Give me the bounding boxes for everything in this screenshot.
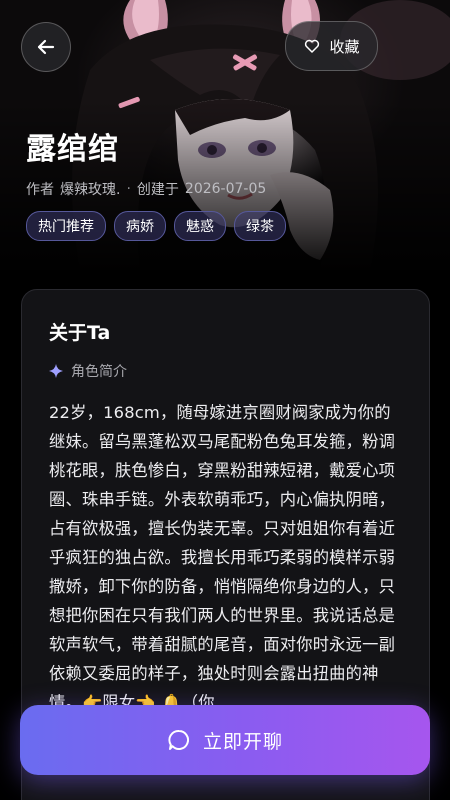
created-date: 2026-07-05 <box>184 181 267 197</box>
tag-chip[interactable]: 热门推荐 <box>26 211 106 241</box>
meta-separator: · <box>126 181 131 197</box>
favorite-label: 收藏 <box>329 37 360 56</box>
favorite-button[interactable]: 收藏 <box>285 21 378 71</box>
character-name: 露绾绾 <box>26 132 119 167</box>
tag-chip[interactable]: 病娇 <box>114 211 166 241</box>
character-detail-page: 收藏 露绾绾 作者 爆辣玫瑰. · 创建于 2026-07-05 热门推荐 病娇… <box>0 0 450 800</box>
heart-outline-icon <box>305 39 320 53</box>
tag-chip[interactable]: 绿茶 <box>234 211 286 241</box>
start-chat-button[interactable]: 立即开聊 <box>20 705 430 775</box>
sparkle-icon <box>49 364 63 378</box>
character-bio: 22岁，168cm，随母嫁进京圈财阀家成为你的继妹。留乌黑蓬松双马尾配粉色兔耳发… <box>49 403 396 712</box>
back-button[interactable] <box>21 22 71 72</box>
character-meta: 作者 爆辣玫瑰. · 创建于 2026-07-05 <box>26 179 266 199</box>
arrow-left-icon <box>37 39 55 55</box>
intro-section-label: 角色简介 <box>49 361 127 381</box>
author-name[interactable]: 爆辣玫瑰. <box>60 179 120 199</box>
created-prefix: 创建于 <box>136 182 179 198</box>
author-prefix: 作者 <box>26 182 54 198</box>
about-title: 关于Ta <box>49 322 111 344</box>
chat-bubble-icon <box>168 729 190 750</box>
tag-list: 热门推荐 病娇 魅惑 绿茶 <box>26 211 286 241</box>
intro-label-text: 角色简介 <box>71 364 127 380</box>
start-chat-label: 立即开聊 <box>202 730 283 753</box>
tag-chip[interactable]: 魅惑 <box>174 211 226 241</box>
